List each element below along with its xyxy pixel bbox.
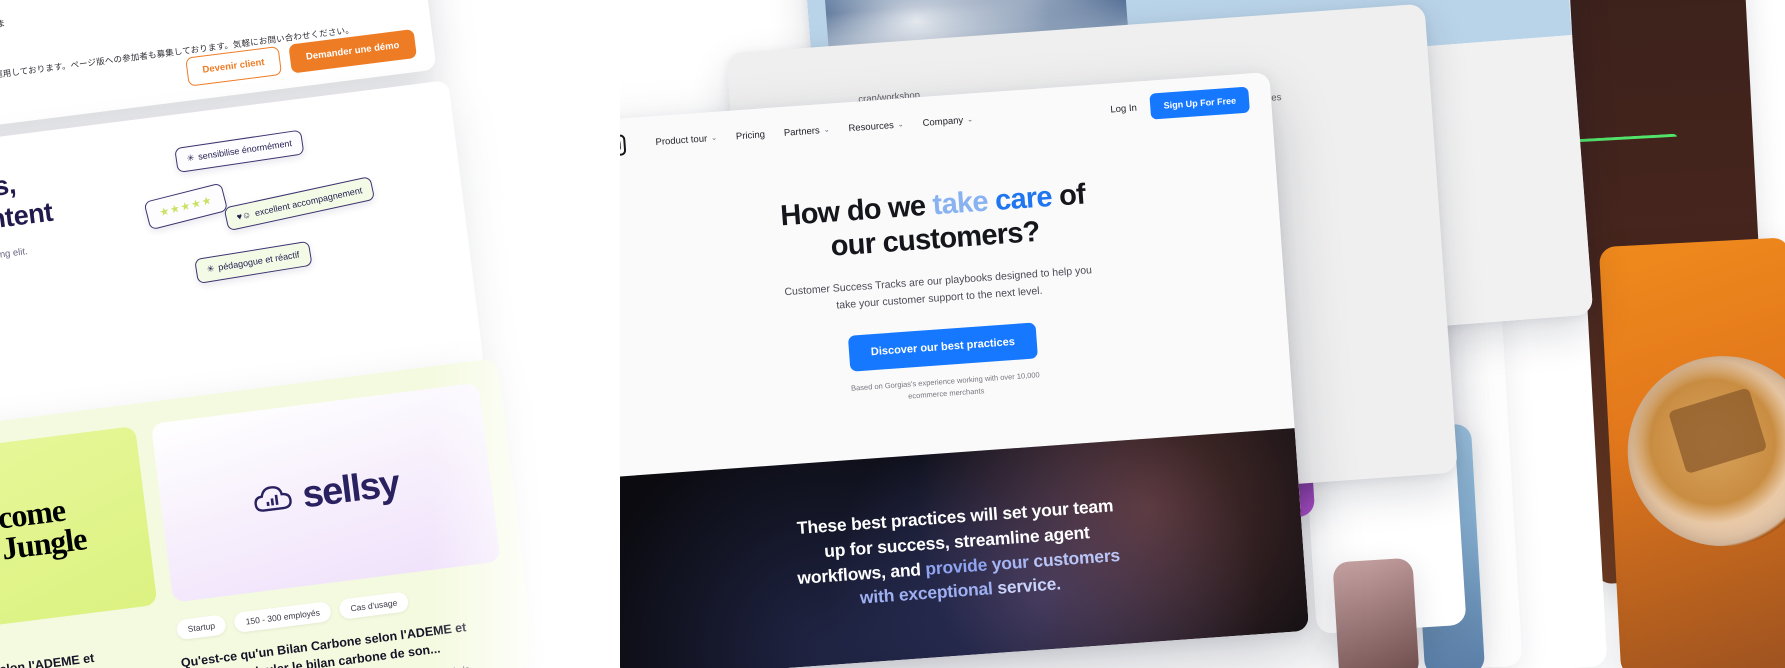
left-card-stack: プリ上で行えます。 文から投稿作品の管理ま リ上で行えます。 作品を営業 てのみ… — [0, 0, 537, 668]
ramen-bowl-image — [1622, 351, 1785, 551]
tag-startup[interactable]: Startup — [175, 614, 228, 641]
dark-statement-text: These best practices will set your team … — [793, 493, 1123, 615]
chevron-down-icon: ⌄ — [823, 126, 830, 135]
nav-label: Product tour — [655, 132, 708, 148]
hero-heading-take: take — [931, 185, 989, 222]
logo-squares-icon[interactable] — [603, 133, 627, 157]
hero-heading: How do we take care of our customers? — [647, 168, 1220, 277]
nav-label: Partners — [783, 124, 821, 139]
testimonial-chip-stars: ★★★★★ — [143, 182, 229, 231]
jungle-line-2: Jungle — [0, 520, 89, 567]
sellsy-cloud-icon — [254, 486, 292, 512]
discover-best-practices-button[interactable]: Discover our best practices — [847, 322, 1039, 373]
welcome-to-the-jungle-logo-box: come Jungle — [0, 426, 158, 631]
nav-label: Pricing — [735, 128, 766, 142]
chip-label: excellent accompagnement — [253, 185, 364, 219]
testimonial-heading-line2: s racontent — [0, 196, 55, 244]
dark-line-3-provide: provide — [924, 554, 988, 579]
tag-employees[interactable]: 150 - 300 employés — [233, 601, 332, 633]
sellsy-name: sellsy — [299, 462, 402, 516]
nav-item-company[interactable]: Company ⌄ — [922, 114, 973, 129]
nav-item-resources[interactable]: Resources ⌄ — [848, 119, 904, 134]
nav-item-product-tour[interactable]: Product tour ⌄ — [655, 132, 718, 148]
tag-use-case[interactable]: Cas d'usage — [338, 591, 410, 620]
testimonial-chip-1: ✳ sensibilise énormément — [174, 129, 305, 173]
dark-line-3-your: your — [986, 551, 1030, 574]
testimonial-chip-2: ♥☺ excellent accompagnement — [223, 176, 376, 232]
hero-section: How do we take care of our customers? Cu… — [584, 123, 1295, 478]
chevron-down-icon: ⌄ — [966, 116, 974, 124]
showcase-canvas: SNOWBOARDING STORIES /statistics 22:50 U… — [0, 0, 1785, 668]
nav-item-pricing[interactable]: Pricing — [736, 129, 766, 142]
nav-actions: Log In Sign Up For Free — [1110, 86, 1250, 123]
hero-lede: Customer Success Tracks are our playbook… — [784, 264, 1093, 313]
chevron-down-icon: ⌄ — [897, 121, 904, 129]
nav-label: Resources — [848, 119, 895, 134]
chevron-down-icon: ⌄ — [710, 134, 718, 143]
hero-footnote: Based on Gorgias's experience working wi… — [850, 370, 1041, 402]
dark-line-3a: workflows, and — [796, 558, 927, 588]
sparkle-icon: ✳ — [206, 263, 216, 275]
testimonial-chip-cloud: ✳ sensibilise énormément ★★★★★ ♥☺ excellen… — [137, 104, 456, 310]
dark-line-4-with: with exceptional — [859, 578, 999, 608]
gorgias-landing-card: Product tour ⌄ Pricing Partners ⌄ Resour… — [580, 72, 1310, 668]
sellsy-wordmark: sellsy — [250, 462, 401, 523]
testimonial-chip-3: ✳ pédagogue et réactif — [194, 240, 313, 284]
testimonial-subtext: consectetur adipiscing elit. — [0, 245, 29, 271]
signup-button[interactable]: Sign Up For Free — [1149, 86, 1250, 120]
hero-heading-part2: of — [1050, 178, 1087, 213]
welcome-to-the-jungle-wordmark: come Jungle — [0, 492, 89, 567]
edge-card-ramen — [1598, 237, 1785, 668]
chip-label: sensibilise énormément — [197, 138, 293, 162]
star-rating-icon: ★★★★★ — [158, 194, 214, 220]
login-link[interactable]: Log In — [1110, 102, 1137, 115]
sparkle-icon: ✳ — [186, 152, 196, 164]
dark-line-4-service: service. — [996, 573, 1062, 599]
heart-smile-icon: ♥☺ — [235, 209, 253, 223]
chip-label: pédagogue et réactif — [217, 249, 301, 273]
edge-card-small-mauve — [1332, 557, 1420, 668]
nav-item-partners[interactable]: Partners ⌄ — [783, 124, 830, 139]
primary-nav: Product tour ⌄ Pricing Partners ⌄ Resour… — [655, 114, 973, 148]
dark-line-3-customers: customers — [1027, 544, 1121, 571]
hero-heading-care: care — [993, 180, 1053, 217]
nav-label: Company — [922, 114, 964, 129]
